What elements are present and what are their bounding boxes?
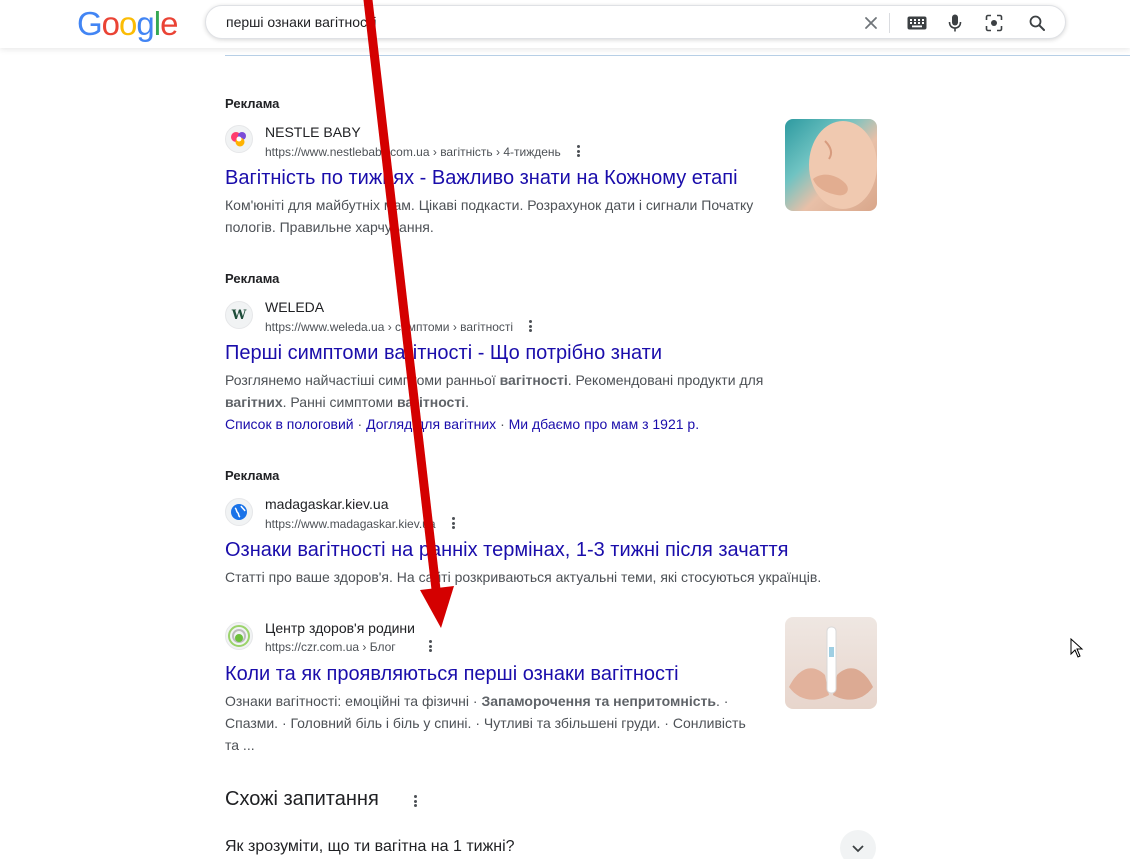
keyboard-icon[interactable] [906,12,928,34]
result-title[interactable]: Вагітність по тижнях - Важливо знати на … [225,165,738,191]
paa-question[interactable]: Як зрозуміти, що ти вагітна на 1 тижні? [225,838,515,856]
result-snippet: Ознаки вагітності: емоційні та фізичні ·… [225,690,760,756]
more-options-icon[interactable] [425,639,435,653]
close-icon[interactable] [860,12,882,34]
snippet-text: . Ранні симптоми [282,394,397,410]
site-url[interactable]: https://czr.com.ua › Блог [265,640,396,654]
search-box [205,5,1066,39]
mouse-cursor-icon [1070,638,1084,658]
site-name[interactable]: madagaskar.kiev.ua [265,496,388,512]
sitelink[interactable]: Ми дбаємо про мам з 1921 р. [509,416,699,432]
snippet-bold: вагітності [396,394,466,410]
snippet-bold: вагітності [499,372,568,388]
search-icon[interactable] [1026,12,1048,34]
site-url[interactable]: https://www.weleda.ua › симптоми › вагіт… [265,320,513,334]
lens-icon[interactable] [983,12,1005,34]
favicon-letter: W [231,307,247,323]
tabs-divider [225,55,1130,56]
result-title[interactable]: Перші симптоми вагітності - Що потрібно … [225,340,662,366]
result-thumbnail[interactable] [785,617,877,709]
snippet-text: Розглянемо найчастіші симптоми ранньої [225,372,500,388]
more-options-icon[interactable] [410,794,420,808]
chevron-down-icon[interactable] [840,830,876,859]
globe-icon[interactable] [225,498,253,526]
logo-letter: g [136,5,154,42]
microphone-icon[interactable] [944,12,966,34]
site-name[interactable]: NESTLE BABY [265,124,361,140]
snippet-bold: Запаморочення та непритомність [481,693,716,709]
site-url[interactable]: https://www.nestlebaby.com.ua › вагітніс… [265,145,561,159]
czr-favicon-icon[interactable] [225,622,253,650]
header: Google [0,0,1130,48]
logo-letter: o [101,5,120,42]
more-options-icon[interactable] [448,516,458,530]
sitelink[interactable]: Догляд для вагітних [366,416,496,432]
site-url[interactable]: https://www.madagaskar.kiev.ua [265,517,436,531]
snippet-bold: вагітних [225,394,283,410]
sitelinks: Список в пологовий · Догляд для вагітних… [225,416,700,432]
logo-letter: e [160,5,178,42]
google-logo[interactable]: Google [77,5,178,42]
snippet-text: . [465,394,469,410]
more-options-icon[interactable] [573,144,583,158]
sitelink[interactable]: Список в пологовий [225,416,354,432]
result-thumbnail[interactable] [785,119,877,211]
result-title[interactable]: Ознаки вагітності на ранніх термінах, 1-… [225,537,789,563]
ad-label: Реклама [225,96,280,111]
logo-letter: o [119,5,137,42]
search-input[interactable] [226,13,826,31]
nestle-favicon-icon[interactable] [225,125,253,153]
site-name[interactable]: WELEDA [265,299,324,315]
snippet-text: Ознаки вагітності: емоційні та фізичні · [225,693,482,709]
site-name[interactable]: Центр здоров'я родини [265,620,415,636]
result-snippet: Ком'юніті для майбутніх мам. Цікаві подк… [225,197,754,235]
search-divider [889,13,890,33]
weleda-favicon-icon[interactable]: W [225,301,253,329]
people-also-ask-title: Схожі запитання [225,788,379,810]
ad-label: Реклама [225,271,280,286]
result-snippet: Статті про ваше здоров'я. На сайті розкр… [225,569,822,585]
result-snippet: Розглянемо найчастіші симптоми ранньої в… [225,369,770,413]
ad-label: Реклама [225,468,280,483]
logo-letter: G [77,5,103,42]
snippet-text: . Рекомендовані продукти для [567,372,764,388]
more-options-icon[interactable] [525,319,535,333]
result-title[interactable]: Коли та як проявляються перші ознаки ваг… [225,661,679,687]
